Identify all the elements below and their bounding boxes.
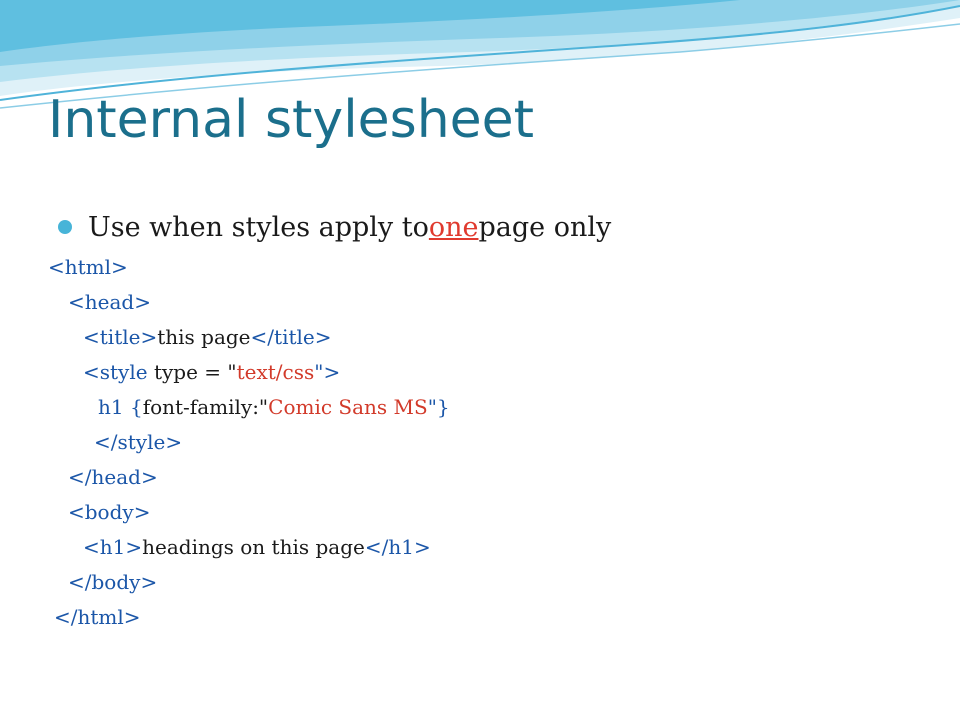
bullet-text-before: Use when styles apply to: [88, 211, 429, 243]
code-tag: <h1>: [83, 535, 143, 559]
code-line-head-open: <head>: [68, 284, 151, 320]
code-value: text/css: [236, 360, 315, 384]
code-line-body-open: <body>: [68, 494, 150, 530]
code-tag: </h1>: [364, 535, 431, 559]
bullet-item: Use when styles apply to one page only: [58, 205, 611, 249]
code-tag: "}: [427, 395, 450, 419]
code-line-head-close: </head>: [68, 459, 158, 495]
code-line-style-open: <style type = "text/css">: [83, 354, 340, 390]
code-tag: </html>: [54, 605, 141, 629]
code-tag: ">: [314, 360, 341, 384]
slide-title: Internal stylesheet: [48, 90, 535, 150]
code-tag: </style>: [94, 430, 183, 454]
bullet-text-after: page only: [478, 211, 612, 243]
code-line-h1-rule: h1 {font-family:"Comic Sans MS"}: [98, 389, 450, 425]
code-text: font-family:": [142, 395, 269, 419]
bullet-dot-icon: [58, 220, 72, 234]
code-line-html-open: <html>: [48, 249, 128, 285]
code-tag: <title>: [83, 325, 158, 349]
code-line-title: <title>this page</title>: [83, 319, 332, 355]
code-tag: </body>: [68, 570, 158, 594]
code-value: Comic Sans MS: [268, 395, 428, 419]
code-text: headings on this page: [142, 535, 365, 559]
code-text: type = ": [147, 360, 237, 384]
code-text: this page: [157, 325, 251, 349]
bullet-highlight: one: [428, 211, 479, 243]
code-tag: <style: [83, 360, 148, 384]
code-tag: <body>: [68, 500, 151, 524]
code-tag: </head>: [68, 465, 158, 489]
slide: Internal stylesheet Use when styles appl…: [0, 0, 960, 720]
code-line-html-close: </html>: [54, 599, 141, 635]
code-tag: <head>: [68, 290, 151, 314]
code-selector: h1 {: [98, 395, 143, 419]
code-line-body-close: </body>: [68, 564, 157, 600]
code-line-style-close: </style>: [94, 424, 182, 460]
code-tag: </title>: [250, 325, 332, 349]
code-line-h1: <h1>headings on this page</h1>: [83, 529, 431, 565]
code-tag: <html>: [48, 255, 128, 279]
